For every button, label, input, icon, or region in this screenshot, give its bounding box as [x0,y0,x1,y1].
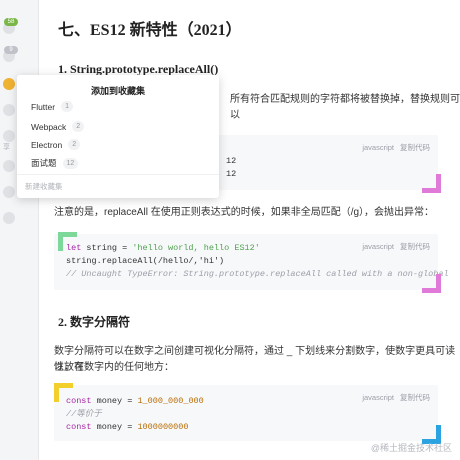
collection-label: Electron [31,139,63,150]
code-header: javascript 复制代码 [362,391,430,404]
code-line: 12 [226,156,237,166]
copy-code-button[interactable]: 复制代码 [400,143,430,152]
code-corner-decoration [422,174,441,193]
copy-code-button[interactable]: 复制代码 [400,393,430,402]
section-heading-numeric-separator: 2. 数字分隔符 [58,315,131,329]
code-block-3: javascript 复制代码 const money = 1_000_000_0… [54,383,441,444]
report-icon[interactable] [3,186,15,198]
new-collection-button[interactable]: 新建收藏集 [25,181,63,192]
article-body: 七、ES12 新特性（2021） 1. String.prototype.rep… [40,0,460,460]
code-lang-label: javascript [362,393,394,402]
share-label: 享 [3,144,10,151]
collection-count: 1 [61,101,73,112]
code-line: string.replaceAll(/hello/,'hi') [66,256,225,266]
comment-count-badge: 9 [4,46,18,54]
collection-count: 2 [68,139,81,150]
collection-item[interactable]: 面试题 12 [31,157,79,169]
note-paragraph: 注意的是，replaceAll 在使用正则表达式的时候，如果非全局匹配（/g），… [54,207,435,218]
dropdown-divider [17,174,219,175]
collect-icon[interactable] [3,78,15,90]
collection-count: 2 [72,121,85,132]
code-header: javascript 复制代码 [362,141,430,154]
code-line: let string = 'hello world, hello ES12' [66,243,260,253]
article-heading: 七、ES12 新特性（2021） [58,22,242,39]
code-corner-decoration [422,274,441,293]
section-paragraph-replaceall: 所有符合匹配规则的字符都将被替换掉，替换规则可以 [230,94,460,121]
code-comment: // Uncaught TypeError: String.prototype.… [66,269,449,279]
code-line: const money = 1_000_000_000 [66,396,204,406]
left-rail: 58 9 享 [0,0,39,460]
code-block-2: javascript 复制代码 let string = 'hello world… [54,232,449,293]
like-count-badge: 58 [4,18,18,26]
share-icon[interactable] [3,160,15,172]
collection-label: Flutter [31,101,56,112]
collection-item[interactable]: Electron 2 [31,139,81,150]
settings-icon[interactable] [3,212,15,224]
code-line: 12 [226,169,237,179]
collection-label: 面试题 [31,158,57,168]
watermark: @稀土掘金技术社区 [370,443,452,453]
code-lang-label: javascript [362,143,394,152]
collection-count: 12 [62,157,79,169]
tool-icon[interactable] [3,104,15,116]
collection-label: Webpack [31,121,67,132]
dropdown-title: 添加到收藏集 [90,86,145,96]
code-comment: //等价于 [66,409,102,419]
collection-item[interactable]: Flutter 1 [31,101,73,112]
section-paragraph-numeric-separator-2: 以放在数字内的任何地方： [54,362,174,373]
collection-item[interactable]: Webpack 2 [31,121,85,132]
code-line: const money = 1000000000 [66,422,189,432]
add-to-collection-dropdown: 添加到收藏集 Flutter 1 Webpack 2 Electron 2 面试… [17,75,219,198]
more-icon[interactable] [3,130,15,142]
